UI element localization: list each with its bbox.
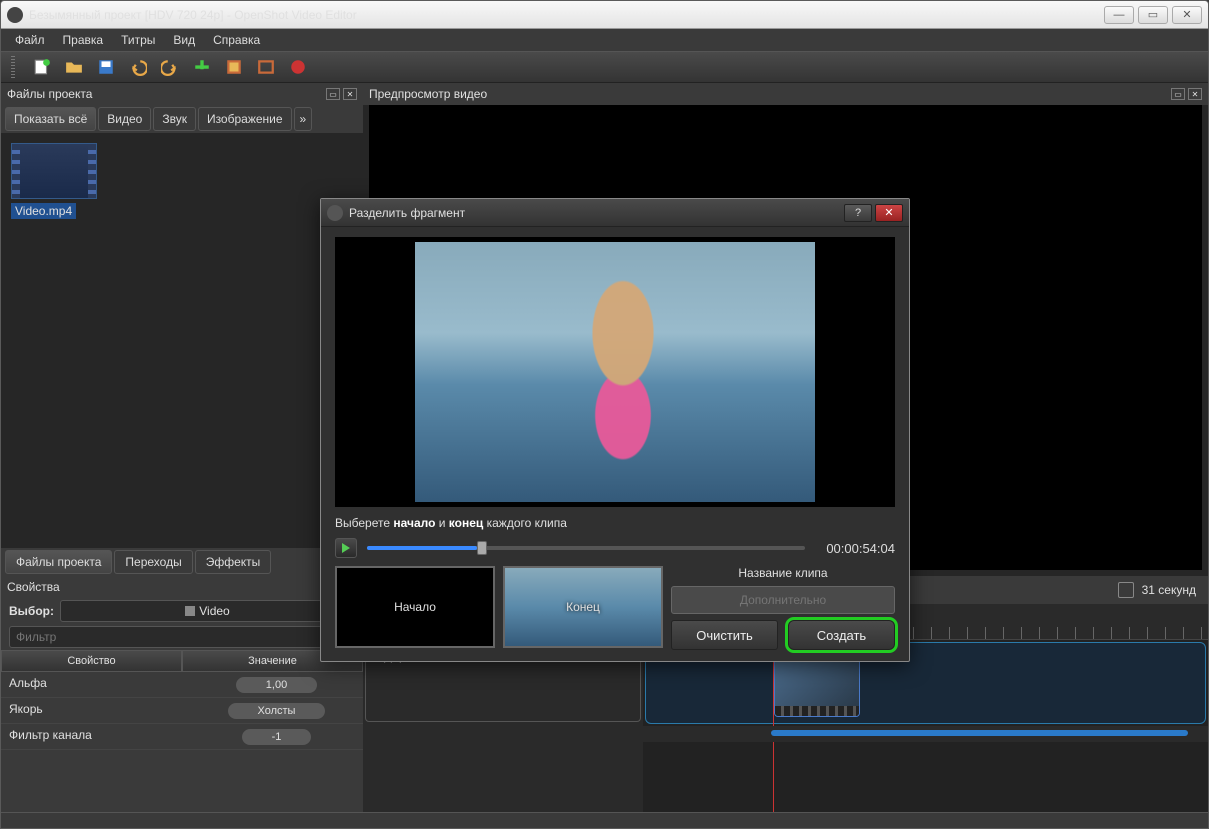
menu-bar: Файл Правка Титры Вид Справка: [1, 29, 1208, 51]
create-button[interactable]: Создать: [788, 620, 895, 650]
timeline-duration: 31 секунд: [1142, 583, 1196, 597]
undo-icon[interactable]: [129, 58, 147, 76]
filter-audio[interactable]: Звук: [153, 107, 196, 131]
open-project-icon[interactable]: [65, 58, 83, 76]
fullscreen-icon[interactable]: [257, 58, 275, 76]
menu-view[interactable]: Вид: [165, 31, 203, 49]
end-frame-button[interactable]: Конец: [503, 566, 663, 648]
profile-icon[interactable]: [225, 58, 243, 76]
menu-file[interactable]: Файл: [7, 31, 53, 49]
clip-name-input[interactable]: [671, 586, 895, 614]
tab-transitions[interactable]: Переходы: [114, 550, 192, 574]
start-frame-button[interactable]: Начало: [335, 566, 495, 648]
clear-button[interactable]: Очистить: [671, 620, 778, 650]
menu-edit[interactable]: Правка: [55, 31, 112, 49]
files-panel-header: Файлы проекта ▭ ✕: [1, 83, 363, 105]
zoom-slider-icon[interactable]: [1118, 582, 1134, 598]
file-thumbnail: [11, 143, 97, 199]
toolbar: [1, 51, 1208, 83]
project-files-list[interactable]: Video.mp4: [1, 133, 363, 548]
dialog-preview[interactable]: [335, 237, 895, 507]
dialog-help-button[interactable]: ?: [844, 204, 872, 222]
status-bar: [1, 812, 1208, 828]
export-icon[interactable]: [289, 58, 307, 76]
dialog-icon: [327, 205, 343, 221]
property-filter-input[interactable]: [9, 626, 355, 648]
panel-close-icon[interactable]: ✕: [1188, 88, 1202, 100]
split-clip-dialog: Разделить фрагмент ? ✕ Выберете начало и…: [320, 198, 910, 662]
redo-icon[interactable]: [161, 58, 179, 76]
maximize-button[interactable]: ▭: [1138, 6, 1168, 24]
timeline-scrollbar[interactable]: [771, 730, 1188, 736]
close-button[interactable]: ✕: [1172, 6, 1202, 24]
new-project-icon[interactable]: [33, 58, 51, 76]
properties-panel-header: Свойства ▭ ✕: [1, 576, 363, 598]
dialog-close-button[interactable]: ✕: [875, 204, 903, 222]
tab-effects[interactable]: Эффекты: [195, 550, 272, 574]
filter-image[interactable]: Изображение: [198, 107, 292, 131]
file-label: Video.mp4: [11, 203, 76, 219]
save-project-icon[interactable]: [97, 58, 115, 76]
titlebar: Безымянный проект [HDV 720 24p] - OpenSh…: [1, 1, 1208, 29]
dialog-position-slider[interactable]: [367, 546, 805, 550]
property-row[interactable]: Якорь Холсты: [1, 698, 363, 724]
window-title: Безымянный проект [HDV 720 24p] - OpenSh…: [29, 8, 357, 22]
tab-project-files[interactable]: Файлы проекта: [5, 550, 112, 574]
file-item[interactable]: Video.mp4: [11, 143, 353, 219]
preview-panel-header: Предпросмотр видео ▭ ✕: [363, 83, 1208, 105]
minimize-button[interactable]: —: [1104, 6, 1134, 24]
import-icon[interactable]: [193, 58, 211, 76]
clip-name-label: Название клипа: [671, 566, 895, 580]
property-row[interactable]: Фильтр канала -1: [1, 724, 363, 750]
menu-help[interactable]: Справка: [205, 31, 268, 49]
dialog-instruction: Выберете начало и конец каждого клипа: [335, 515, 895, 530]
dialog-timecode: 00:00:54:04: [815, 541, 895, 556]
filter-video[interactable]: Видео: [98, 107, 151, 131]
selection-dropdown[interactable]: Video▾: [60, 600, 355, 622]
file-filter-tabs: Показать всё Видео Звук Изображение »: [1, 105, 363, 133]
property-row[interactable]: Альфа 1,00: [1, 672, 363, 698]
filter-all[interactable]: Показать всё: [5, 107, 96, 131]
panel-undock-icon[interactable]: ▭: [326, 88, 340, 100]
property-header-name[interactable]: Свойство: [1, 650, 182, 672]
panel-undock-icon[interactable]: ▭: [1171, 88, 1185, 100]
dialog-play-button[interactable]: [335, 538, 357, 558]
filter-more-icon[interactable]: »: [294, 107, 313, 131]
panel-close-icon[interactable]: ✕: [343, 88, 357, 100]
dialog-title: Разделить фрагмент: [349, 206, 465, 220]
selection-label: Выбор:: [9, 604, 54, 618]
menu-titles[interactable]: Титры: [113, 31, 163, 49]
app-icon: [7, 7, 23, 23]
